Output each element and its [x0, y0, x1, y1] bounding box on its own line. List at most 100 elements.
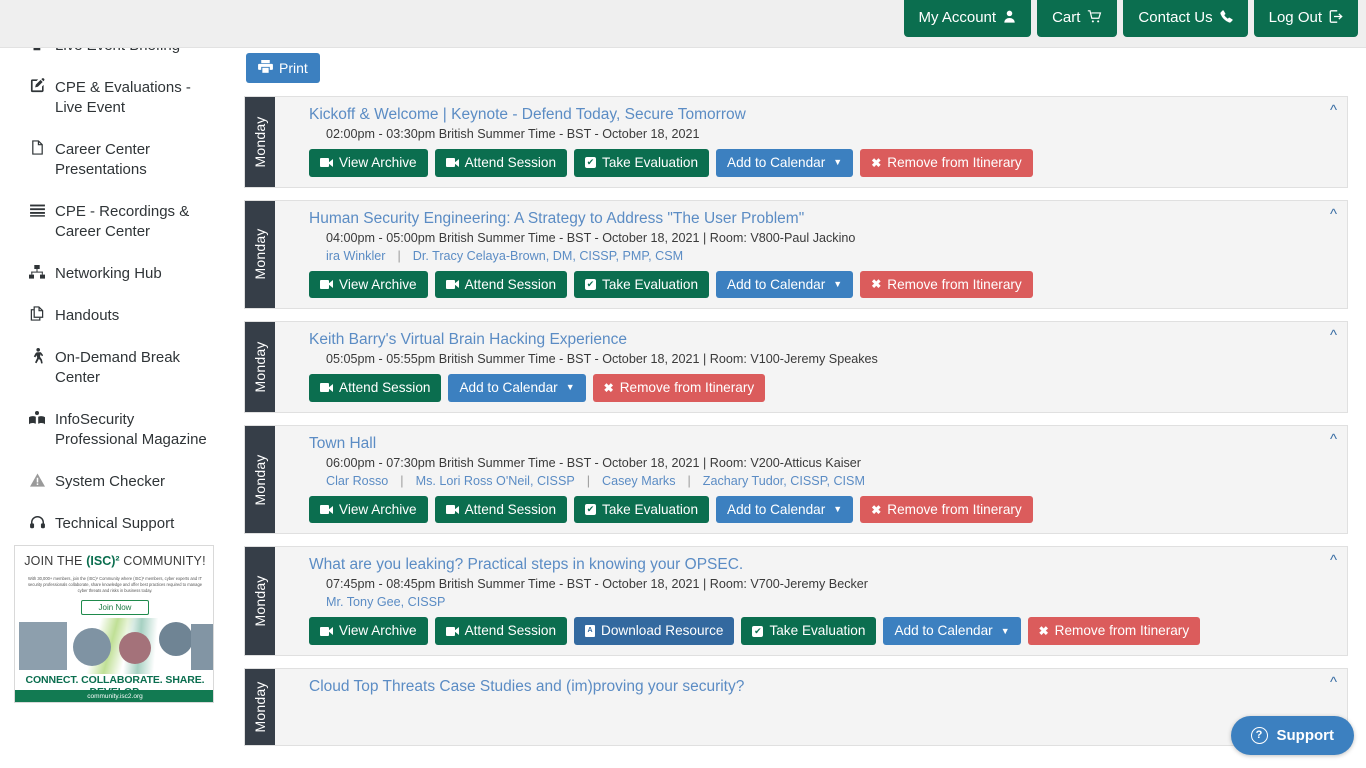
button-label: View Archive [339, 501, 417, 517]
my-account-button[interactable]: My Account [903, 0, 1032, 37]
attend-session-button[interactable]: Attend Session [309, 374, 442, 402]
print-button[interactable]: Print [246, 53, 320, 83]
session-day-label: Monday [252, 454, 268, 506]
speaker-link[interactable]: Dr. Tracy Celaya-Brown, DM, CISSP, PMP, … [413, 247, 683, 265]
session-title-link[interactable]: Cloud Top Threats Case Studies and (im)p… [309, 677, 1337, 696]
caret-down-icon: ▼ [833, 504, 843, 515]
log-out-button[interactable]: Log Out [1253, 0, 1358, 37]
add-to-calendar-button[interactable]: Add to Calendar ▼ [883, 617, 1021, 645]
session-body: What are you leaking? Practical steps in… [275, 547, 1347, 655]
video-icon [320, 383, 333, 393]
add-to-calendar-button[interactable]: Add to Calendar ▼ [716, 495, 854, 524]
banner-url: community.isc2.org [15, 690, 213, 702]
take-evaluation-button[interactable]: ✔ Take Evaluation [574, 270, 710, 299]
remove-from-itinerary-button[interactable]: ✖ Remove from Itinerary [860, 495, 1033, 524]
speaker-link[interactable]: ira Winkler [326, 247, 385, 265]
session-title-link[interactable]: What are you leaking? Practical steps in… [309, 555, 1337, 574]
remove-from-itinerary-button[interactable]: ✖ Remove from Itinerary [1027, 617, 1201, 645]
banner-photo-3 [119, 632, 151, 664]
sidebar-item-cpe-recordings-career-center[interactable]: CPE - Recordings & Career Center [0, 202, 228, 242]
sidebar-item-label: InfoSecurity Professional Magazine [55, 411, 207, 448]
collapse-chevron-up-icon[interactable]: ^ [1330, 553, 1337, 568]
sidebar-item-on-demand-break-center[interactable]: On-Demand Break Center [0, 348, 228, 388]
collapse-chevron-up-icon[interactable]: ^ [1330, 432, 1337, 447]
collapse-chevron-up-icon[interactable]: ^ [1330, 328, 1337, 343]
collapse-chevron-up-icon[interactable]: ^ [1330, 207, 1337, 222]
sidebar-item-clipped[interactable]: ■ Live Event Briefing [0, 48, 228, 64]
isc2-community-banner[interactable]: JOIN THE (ISC)² COMMUNITY! With 30,000+ … [14, 545, 214, 703]
button-label: View Archive [339, 276, 417, 292]
session-title-link[interactable]: Town Hall [309, 434, 1337, 453]
banner-photo-4 [159, 622, 193, 656]
attend-session-button[interactable]: Attend Session [434, 270, 568, 299]
collapse-chevron-up-icon[interactable]: ^ [1330, 675, 1337, 690]
session-day-tab: Monday [245, 425, 275, 534]
session-body: Town Hall 06:00pm - 07:30pm British Summe… [275, 426, 1347, 534]
speaker-link[interactable]: Zachary Tudor, CISSP, CISM [703, 472, 865, 490]
warning-icon [28, 472, 46, 492]
button-label: Remove from Itinerary [1054, 623, 1190, 639]
sidebar-item-system-checker[interactable]: System Checker [0, 472, 228, 492]
attend-session-button[interactable]: Attend Session [434, 149, 568, 177]
copy-icon [28, 306, 46, 326]
view-archive-button[interactable]: View Archive [309, 617, 428, 645]
sidebar-item-networking-hub[interactable]: Networking Hub [0, 264, 228, 284]
checkbox-icon: ✔ [585, 157, 597, 169]
session-title-link[interactable]: Human Security Engineering: A Strategy t… [309, 209, 1337, 228]
download-resource-button[interactable]: A Download Resource [574, 617, 735, 645]
remove-from-itinerary-button[interactable]: ✖ Remove from Itinerary [592, 374, 766, 402]
take-evaluation-button[interactable]: ✔ Take Evaluation [574, 495, 710, 524]
checkbox-icon: ✔ [585, 278, 597, 290]
sidebar-item-cpe-evaluations-live-event[interactable]: CPE & Evaluations - Live Event [0, 78, 228, 118]
collapse-chevron-up-icon[interactable]: ^ [1330, 103, 1337, 118]
take-evaluation-button[interactable]: ✔ Take Evaluation [574, 149, 710, 177]
pdf-icon: A [585, 625, 596, 638]
session-body: Keith Barry's Virtual Brain Hacking Expe… [275, 322, 1347, 412]
top-bar: My Account Cart Contact Us Log Out [0, 0, 1366, 48]
speaker-link[interactable]: Clar Rosso [326, 472, 388, 490]
cart-button[interactable]: Cart [1037, 0, 1118, 37]
support-widget-button[interactable]: ? Support [1230, 716, 1354, 755]
sidebar-item-technical-support[interactable]: Technical Support [0, 514, 228, 534]
banner-body-text: With 30,000+ members, join the (ISC)² Co… [27, 576, 202, 594]
times-icon: ✖ [871, 155, 882, 170]
view-archive-button[interactable]: View Archive [309, 149, 428, 177]
add-to-calendar-button[interactable]: Add to Calendar ▼ [448, 374, 586, 402]
banner-join-now-button[interactable]: Join Now [81, 600, 149, 615]
session-list: Monday Kickoff & Welcome | Keynote - Defe… [228, 96, 1366, 758]
sidebar-item-handouts[interactable]: Handouts [0, 306, 228, 326]
speaker-link[interactable]: Casey Marks [602, 472, 675, 490]
remove-from-itinerary-button[interactable]: ✖ Remove from Itinerary [860, 270, 1033, 299]
file-icon [28, 140, 46, 160]
session-title-link[interactable]: Keith Barry's Virtual Brain Hacking Expe… [309, 330, 1337, 349]
speaker-link[interactable]: Mr. Tony Gee, CISSP [326, 593, 445, 611]
sidebar-item-infosecurity-professional-magazine[interactable]: InfoSecurity Professional Magazine [0, 410, 228, 450]
session-speakers: Clar Rosso | Ms. Lori Ross O'Neil, CISSP | C… [309, 472, 1337, 490]
attend-session-button[interactable]: Attend Session [434, 617, 568, 645]
button-label: Take Evaluation [602, 501, 699, 517]
session-day-label: Monday [252, 116, 268, 168]
speaker-link[interactable]: Ms. Lori Ross O'Neil, CISSP [416, 472, 575, 490]
view-archive-button[interactable]: View Archive [309, 495, 428, 524]
banner-headline-pre: JOIN THE [24, 554, 87, 568]
sidebar-item-label: Career Center Presentations [55, 141, 151, 178]
banner-photo-2 [73, 628, 111, 666]
button-label: Add to Calendar [727, 501, 826, 517]
session-actions: View Archive Attend Session ✔ Take Evaluati… [309, 495, 1337, 524]
video-icon [445, 505, 459, 515]
attend-session-button[interactable]: Attend Session [434, 495, 568, 524]
remove-from-itinerary-button[interactable]: ✖ Remove from Itinerary [860, 149, 1033, 177]
take-evaluation-button[interactable]: ✔ Take Evaluation [741, 617, 877, 645]
view-archive-button[interactable]: View Archive [309, 270, 428, 299]
add-to-calendar-button[interactable]: Add to Calendar ▼ [716, 270, 854, 299]
button-label: Attend Session [339, 380, 431, 396]
add-to-calendar-button[interactable]: Add to Calendar ▼ [716, 149, 854, 177]
session-day-tab: Monday [245, 97, 275, 187]
banner-photo-strip [15, 618, 213, 674]
session-title-link[interactable]: Kickoff & Welcome | Keynote - Defend Tod… [309, 105, 1337, 124]
session-meta: 02:00pm - 03:30pm British Summer Time - … [326, 127, 700, 141]
session-body: Cloud Top Threats Case Studies and (im)p… [275, 669, 1347, 745]
video-icon [445, 158, 459, 168]
contact-us-button[interactable]: Contact Us [1123, 0, 1248, 37]
sidebar-item-career-center-presentations[interactable]: Career Center Presentations [0, 140, 228, 180]
